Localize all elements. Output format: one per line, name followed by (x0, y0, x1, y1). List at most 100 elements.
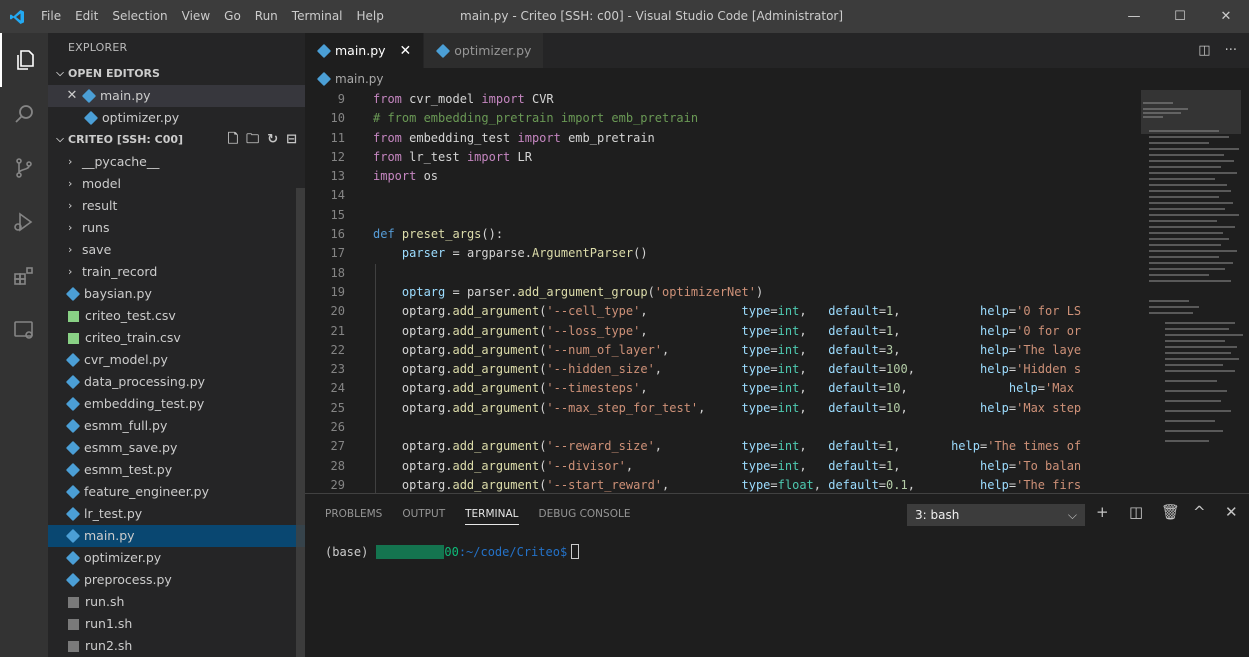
file-label: lr_test.py (84, 506, 143, 521)
close-icon[interactable]: ✕ (400, 43, 412, 59)
file-item[interactable]: lr_test.py (48, 503, 305, 525)
shell-file-icon (68, 618, 79, 630)
file-item[interactable]: feature_engineer.py (48, 481, 305, 503)
file-item[interactable]: esmm_full.py (48, 415, 305, 437)
minimize-icon[interactable]: — (1111, 0, 1157, 33)
file-item[interactable]: baysian.py (48, 283, 305, 305)
remote-explorer-icon[interactable] (0, 303, 48, 357)
file-label: feature_engineer.py (84, 484, 209, 499)
file-item[interactable]: embedding_test.py (48, 393, 305, 415)
source-control-icon[interactable] (0, 141, 48, 195)
file-item[interactable]: criteo_train.csv (48, 327, 305, 349)
tab-main-py[interactable]: main.py ✕ (305, 33, 425, 68)
chevron-right-icon: › (68, 221, 73, 234)
panel-tab-terminal[interactable]: TERMINAL (465, 504, 519, 525)
folder-item[interactable]: › result (48, 195, 305, 217)
split-editor-icon[interactable]: ◫ (1198, 43, 1210, 58)
file-item[interactable]: data_processing.py (48, 371, 305, 393)
extensions-icon[interactable] (0, 249, 48, 303)
panel-tab-debug-console[interactable]: DEBUG CONSOLE (539, 504, 631, 524)
code-token: type (741, 342, 771, 357)
file-label: criteo_train.csv (85, 330, 181, 345)
menu-file[interactable]: File (34, 0, 68, 33)
code-token: int (777, 439, 800, 454)
workspace-header[interactable]: ⌵ CRITEO [SSH: C00] 🗋 🗀 ↻ ⊟ (48, 129, 305, 151)
file-item[interactable]: optimizer.py (48, 547, 305, 569)
folder-item[interactable]: › runs (48, 217, 305, 239)
folder-item[interactable]: › train_record (48, 261, 305, 283)
menu-terminal[interactable]: Terminal (285, 0, 350, 33)
code-token: , (799, 458, 829, 473)
file-item[interactable]: cvr_model.py (48, 349, 305, 371)
open-editors-header[interactable]: ⌵ OPEN EDITORS (48, 63, 305, 85)
terminal-select[interactable]: 3: bash ⌵ (907, 504, 1085, 526)
tab-optimizer-py[interactable]: optimizer.py (424, 33, 545, 68)
code-token: default (828, 400, 879, 415)
new-file-icon[interactable]: 🗋 (228, 129, 238, 151)
panel-tab-problems[interactable]: PROBLEMS (325, 504, 382, 524)
split-terminal-icon[interactable]: ◫ (1129, 503, 1143, 521)
maximize-panel-icon[interactable]: ^ (1193, 503, 1206, 521)
file-tree: › __pycache__ › model › result › runs › save › trai… (48, 151, 305, 657)
prompt-env: (base) (325, 544, 369, 559)
close-icon[interactable]: ✕ (64, 85, 80, 107)
code-editor[interactable]: 9 from cvr_model import CVR 10 # from embed… (305, 90, 1135, 493)
collapse-all-icon[interactable]: ⊟ (286, 129, 297, 151)
new-folder-icon[interactable]: 🗀 (246, 129, 259, 151)
kill-terminal-icon[interactable]: 🗑 (1161, 503, 1180, 521)
file-item[interactable]: criteo_test.csv (48, 305, 305, 327)
file-item[interactable]: esmm_save.py (48, 437, 305, 459)
minimap-line (1149, 208, 1225, 210)
chevron-right-icon: › (68, 265, 73, 278)
open-editor-item[interactable]: ✕ main.py (48, 85, 305, 107)
run-debug-icon[interactable] (0, 195, 48, 249)
refresh-icon[interactable]: ↻ (267, 129, 278, 151)
chevron-down-icon: ⌵ (1067, 508, 1077, 522)
file-item[interactable]: run.sh (48, 591, 305, 613)
sidebar-scrollbar[interactable] (296, 188, 305, 657)
menu-help[interactable]: Help (350, 0, 391, 33)
menu-go[interactable]: Go (217, 0, 248, 33)
search-icon[interactable] (0, 87, 48, 141)
code-line: 24 optarg.add_argument('--timesteps', ty… (305, 379, 1135, 398)
terminal[interactable]: (base) 00 :~/code/Criteo$ (325, 544, 580, 559)
close-panel-icon[interactable]: ✕ (1225, 503, 1238, 521)
open-editor-item[interactable]: optimizer.py (48, 107, 305, 129)
folder-item[interactable]: › __pycache__ (48, 151, 305, 173)
menu-run[interactable]: Run (248, 0, 285, 33)
code-token: optarg. (373, 381, 453, 396)
code-token: default (828, 477, 879, 492)
folder-label: save (82, 242, 112, 257)
file-label: cvr_model.py (84, 352, 168, 367)
menu-selection[interactable]: Selection (105, 0, 174, 33)
minimap-line (1149, 160, 1234, 162)
menu-view[interactable]: View (175, 0, 217, 33)
file-label: main.py (84, 528, 135, 543)
line-number: 27 (330, 439, 345, 454)
code-token: = (878, 342, 887, 357)
minimap[interactable] (1135, 90, 1249, 493)
code-token: type (741, 400, 771, 415)
folder-item[interactable]: › save (48, 239, 305, 261)
file-item[interactable]: main.py (48, 525, 305, 547)
close-window-icon[interactable]: ✕ (1203, 0, 1249, 33)
code-line: 22 optarg.add_argument('--num_of_layer',… (305, 341, 1135, 360)
panel-tab-output[interactable]: OUTPUT (402, 504, 445, 524)
menu-edit[interactable]: Edit (68, 0, 105, 33)
code-token: 'Max step (1016, 400, 1082, 415)
file-item[interactable]: run1.sh (48, 613, 305, 635)
breadcrumb[interactable]: main.py (305, 68, 1249, 90)
code-token: default (828, 342, 879, 357)
code-token: default (828, 323, 879, 338)
code-token: add_argument (452, 381, 540, 396)
file-item[interactable]: run2.sh (48, 635, 305, 657)
code-token: = (770, 362, 778, 377)
folder-item[interactable]: › model (48, 173, 305, 195)
code-token: 'The laye (1016, 342, 1082, 357)
maximize-icon[interactable]: ☐ (1157, 0, 1203, 33)
new-terminal-icon[interactable]: + (1096, 503, 1109, 521)
file-item[interactable]: preprocess.py (48, 569, 305, 591)
file-item[interactable]: esmm_test.py (48, 459, 305, 481)
more-actions-icon[interactable]: ··· (1225, 43, 1237, 58)
explorer-icon[interactable] (0, 33, 48, 87)
